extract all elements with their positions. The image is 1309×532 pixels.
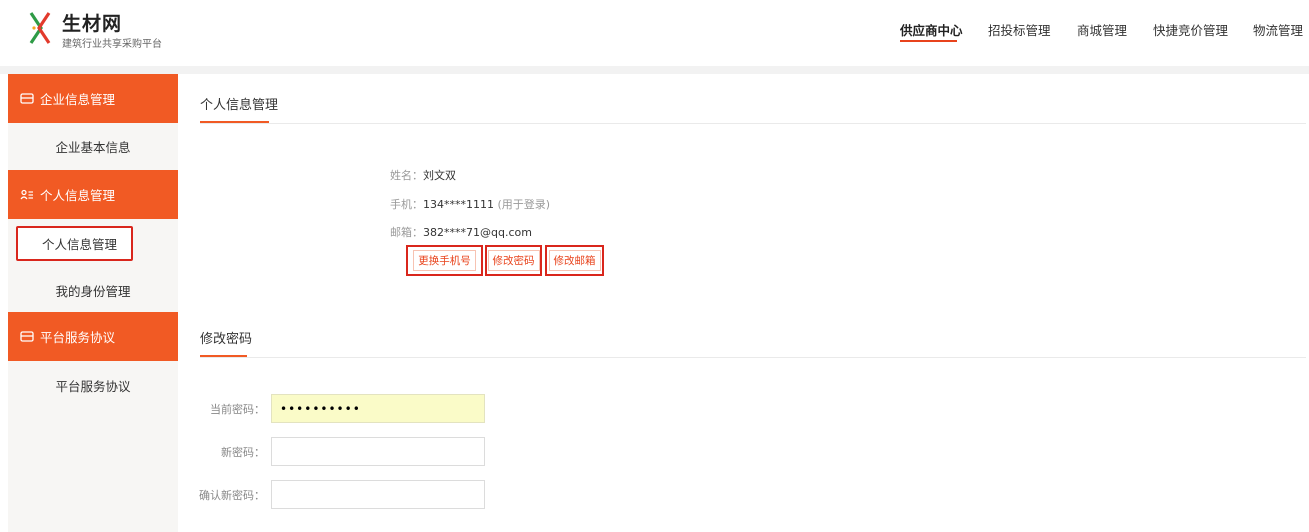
new-password-input[interactable] xyxy=(271,437,485,466)
section-title-underline xyxy=(200,121,269,123)
change-email-button[interactable]: 修改邮箱 xyxy=(545,245,604,276)
nav-supplier-center[interactable]: 供应商中心 xyxy=(900,20,963,39)
change-password-label: 修改密码 xyxy=(487,250,540,271)
change-password-button[interactable]: 修改密码 xyxy=(485,245,542,276)
user-id-icon xyxy=(20,189,33,200)
section-title-underline xyxy=(200,355,247,357)
nav-quick-bidding[interactable]: 快捷竞价管理 xyxy=(1153,20,1228,39)
logo-icon xyxy=(29,12,51,44)
top-header: 生材网 建筑行业共享采购平台 供应商中心 招投标管理 商城管理 快捷竞价管理 物… xyxy=(0,0,1309,62)
main-content: 个人信息管理 姓名：刘文双 手机：134****1111 (用于登录) 邮箱：3… xyxy=(178,74,1309,532)
sidebar-item-enterprise-info[interactable]: 企业基本信息 xyxy=(8,123,178,169)
change-email-label: 修改邮箱 xyxy=(548,250,601,271)
phone-hint: (用于登录) xyxy=(497,198,551,211)
current-password-input[interactable] xyxy=(271,394,485,423)
section-divider xyxy=(200,357,1306,358)
sidebar-item-identity[interactable]: 我的身份管理 xyxy=(8,267,178,313)
email-value: 382****71@qq.com xyxy=(423,226,532,239)
phone-row: 手机：134****1111 (用于登录) xyxy=(390,196,550,212)
name-label: 姓名： xyxy=(390,169,423,182)
email-label: 邮箱： xyxy=(390,226,423,239)
name-value: 刘文双 xyxy=(423,169,456,182)
header-divider xyxy=(0,66,1309,74)
sidebar-item-label: 平台服务协议 xyxy=(55,378,131,394)
sidebar-item-personal-info[interactable]: 个人信息管理 xyxy=(8,220,178,266)
confirm-password-label: 确认新密码： xyxy=(199,489,265,502)
sidebar-item-label: 企业基本信息 xyxy=(55,139,131,155)
sidebar-head-label: 个人信息管理 xyxy=(40,188,116,203)
tray-icon xyxy=(20,93,34,104)
logo-subtitle: 建筑行业共享采购平台 xyxy=(62,39,162,50)
confirm-password-input[interactable] xyxy=(271,480,485,509)
nav-bidding[interactable]: 招投标管理 xyxy=(988,20,1051,39)
sidebar-item-agreement[interactable]: 平台服务协议 xyxy=(8,362,178,408)
nav-logistics[interactable]: 物流管理 xyxy=(1253,20,1303,39)
sidebar-head-personal[interactable]: 个人信息管理 xyxy=(8,170,178,219)
profile-section-title: 个人信息管理 xyxy=(200,98,279,113)
sidebar-head-label: 平台服务协议 xyxy=(40,330,116,345)
sidebar-head-enterprise[interactable]: 企业信息管理 xyxy=(8,74,178,123)
sidebar-head-agreement[interactable]: 平台服务协议 xyxy=(8,312,178,361)
sidebar-item-label: 个人信息管理 xyxy=(16,225,133,261)
email-row: 邮箱：382****71@qq.com xyxy=(390,224,532,240)
section-divider xyxy=(200,123,1306,124)
phone-value: 134****1111 xyxy=(423,198,494,211)
change-phone-label: 更换手机号 xyxy=(413,250,476,271)
name-row: 姓名：刘文双 xyxy=(390,167,456,183)
phone-label: 手机： xyxy=(390,198,423,211)
logo-title[interactable]: 生材网 xyxy=(62,9,122,36)
current-password-label: 当前密码： xyxy=(210,403,265,416)
change-phone-button[interactable]: 更换手机号 xyxy=(406,245,483,276)
nav-active-underline xyxy=(900,40,957,42)
tray-icon xyxy=(20,331,34,342)
new-password-label: 新密码： xyxy=(221,446,265,459)
password-section-title: 修改密码 xyxy=(200,332,253,347)
sidebar: 企业信息管理 企业基本信息 个人信息管理 个人信息管理 我的身份管理 平台服务协… xyxy=(8,74,178,532)
sidebar-head-label: 企业信息管理 xyxy=(40,92,116,107)
nav-mall[interactable]: 商城管理 xyxy=(1077,20,1127,39)
sidebar-item-label: 我的身份管理 xyxy=(55,283,131,299)
